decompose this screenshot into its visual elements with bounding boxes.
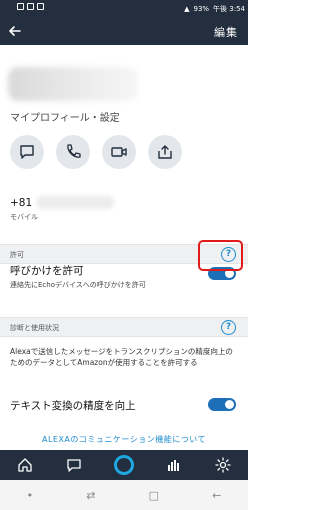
clock: 午後 3:54 (213, 5, 245, 13)
profile-settings-link[interactable]: マイプロフィール・設定 (10, 109, 120, 124)
home-button-icon[interactable]: □ (149, 489, 159, 502)
email-icon (37, 3, 44, 10)
nav-settings[interactable] (211, 453, 235, 477)
help-icon[interactable]: ? (221, 320, 236, 335)
blurred-phone (36, 196, 114, 209)
back-arrow-icon[interactable] (7, 23, 23, 39)
battery-level: 93% (193, 5, 210, 13)
allow-dropin-description: 連絡先にEchoデバイスへの呼びかけを許可 (10, 281, 146, 289)
section-title: 診断と使用状況 (10, 324, 59, 332)
play-icon (167, 460, 179, 471)
edit-button[interactable]: 編集 (214, 24, 238, 40)
message-button[interactable] (10, 135, 44, 169)
status-right: ▲ 93% 午後 3:54 (184, 4, 245, 14)
gallery-icon (27, 3, 34, 10)
phone-number: +81 (10, 197, 33, 209)
notification-icon (17, 3, 24, 10)
video-call-button[interactable] (102, 135, 136, 169)
notification-icons (17, 3, 44, 10)
status-bar: ▲ 93% 午後 3:54 (0, 0, 248, 17)
toggle-knob (225, 400, 234, 409)
nav-alexa[interactable] (112, 453, 136, 477)
phone-type: モバイル (10, 213, 38, 221)
app-bar: 編集 (0, 17, 248, 45)
improve-transcription-toggle[interactable] (208, 398, 236, 411)
communicate-icon (67, 459, 82, 472)
message-icon (20, 145, 34, 159)
swap-icon[interactable]: ⇄ (86, 489, 95, 502)
bottom-nav (0, 450, 248, 480)
system-back-icon[interactable]: ← (212, 489, 221, 502)
about-communication-link[interactable]: ALEXAのコミュニケーション機能について (0, 434, 248, 445)
nav-play[interactable] (162, 453, 186, 477)
drop-in-icon (158, 145, 172, 159)
alexa-icon (113, 455, 134, 475)
nav-home[interactable] (13, 453, 37, 477)
system-nav: • ⇄ □ ← (0, 480, 248, 510)
improve-transcription-title: テキスト変換の精度を向上 (10, 400, 136, 412)
blurred-name (8, 67, 138, 101)
phone-icon (67, 144, 81, 158)
video-icon (111, 147, 127, 157)
nav-communicate[interactable] (62, 453, 86, 477)
signal-icon: ▲ (184, 5, 190, 13)
diagnostics-description: Alexaで送信したメッセージをトランスクリプションの精度向上のためのデータとし… (10, 347, 233, 367)
settings-icon (215, 457, 231, 473)
call-button[interactable] (56, 135, 90, 169)
home-icon (18, 458, 32, 472)
diagnostics-section-header: 診断と使用状況 ? (0, 317, 248, 337)
drop-in-button[interactable] (148, 135, 182, 169)
section-title: 許可 (10, 251, 24, 259)
recent-apps-icon[interactable]: • (27, 489, 34, 502)
highlight-box (198, 240, 243, 271)
allow-dropin-title: 呼びかけを許可 (10, 265, 84, 277)
